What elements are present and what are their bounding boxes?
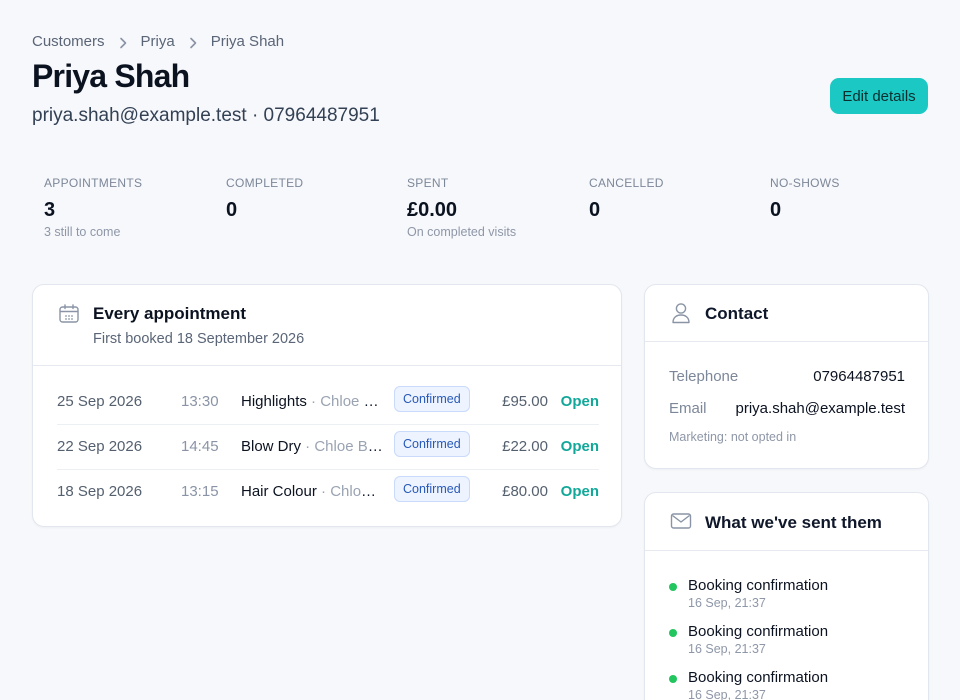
service-name: Hair Colour xyxy=(241,483,317,500)
appointment-price: £95.00 xyxy=(502,393,548,410)
edit-details-button[interactable]: Edit details xyxy=(830,78,928,114)
appointment-time: 14:45 xyxy=(181,438,219,455)
appointment-service: Highlights · Chloe Bennett xyxy=(241,393,383,410)
stat-value: 0 xyxy=(589,199,601,221)
chevron-right-icon xyxy=(105,34,141,49)
contact-card: Contact Telephone 07964487951 Email priy… xyxy=(644,284,929,469)
sent-status-dot xyxy=(669,675,677,683)
status-badge: Confirmed xyxy=(394,431,470,457)
stat-value: £0.00 xyxy=(407,199,458,221)
staff-name: · Chloe Bennett xyxy=(305,438,383,455)
stat-sub: On completed visits xyxy=(407,225,517,239)
telephone-row: Telephone 07964487951 xyxy=(669,368,905,385)
open-appointment-link[interactable]: Open xyxy=(561,483,599,500)
marketing-status: Marketing: not opted in xyxy=(669,430,797,444)
open-appointment-link[interactable]: Open xyxy=(561,393,599,410)
messages-sent-title: What we've sent them xyxy=(705,513,882,532)
appointment-price: £80.00 xyxy=(502,483,548,500)
stat-completed: COMPLETED 0 xyxy=(226,176,303,222)
contact-title: Contact xyxy=(705,304,769,323)
service-name: Highlights xyxy=(241,393,307,410)
sent-message-time: 16 Sep, 21:37 xyxy=(688,688,766,700)
messages-sent-card: What we've sent them Booking confirmatio… xyxy=(644,492,929,700)
breadcrumb-priya[interactable]: Priya xyxy=(141,33,175,50)
service-name: Blow Dry xyxy=(241,438,302,455)
staff-name: · Chloe Bennett xyxy=(321,483,383,500)
customer-page: Customers Priya Priya Shah Priya Shah pr… xyxy=(0,0,960,700)
stat-value: 3 xyxy=(44,199,56,221)
mail-icon xyxy=(670,512,692,535)
messages-sent-header: What we've sent them xyxy=(645,493,928,551)
staff-name: · Chloe Bennett xyxy=(311,393,383,410)
email-row: Email priya.shah@example.test xyxy=(669,400,905,417)
sent-message-label: Booking confirmation xyxy=(688,623,829,640)
telephone-value[interactable]: 07964487951 xyxy=(813,368,905,385)
status-badge: Confirmed xyxy=(394,476,470,502)
appointment-time: 13:15 xyxy=(181,483,219,500)
stat-label: NO-SHOWS xyxy=(770,176,840,190)
appointment-row: 25 Sep 2026 13:30 Highlights · Chloe Ben… xyxy=(57,380,599,425)
appointment-time: 13:30 xyxy=(181,393,219,410)
sent-status-dot xyxy=(669,629,677,637)
stat-label: CANCELLED xyxy=(589,176,664,190)
status-badge: Confirmed xyxy=(394,386,470,412)
appointment-row: 22 Sep 2026 14:45 Blow Dry · Chloe Benne… xyxy=(57,425,599,470)
appointment-service: Blow Dry · Chloe Bennett xyxy=(241,438,383,455)
appointment-service: Hair Colour · Chloe Bennett xyxy=(241,483,383,500)
appointments-first-booked: First booked 18 September 2026 xyxy=(93,331,305,347)
appointment-date: 18 Sep 2026 xyxy=(57,483,143,500)
appointments-list: 25 Sep 2026 13:30 Highlights · Chloe Ben… xyxy=(57,380,599,515)
stat-label: SPENT xyxy=(407,176,449,190)
appointments-card: Every appointment First booked 18 Septem… xyxy=(32,284,622,527)
appointment-row: 18 Sep 2026 13:15 Hair Colour · Chloe Be… xyxy=(57,470,599,515)
stat-appointments: APPOINTMENTS 3 3 still to come xyxy=(44,176,142,239)
person-icon xyxy=(670,301,692,330)
chevron-right-icon xyxy=(175,34,211,49)
breadcrumb: Customers Priya Priya Shah xyxy=(32,33,284,50)
sent-message-time: 16 Sep, 21:37 xyxy=(688,596,766,610)
stat-label: COMPLETED xyxy=(226,176,304,190)
contact-card-header: Contact xyxy=(645,285,928,342)
stat-value: 0 xyxy=(226,199,238,221)
email-value[interactable]: priya.shah@example.test xyxy=(736,400,905,417)
appointment-price: £22.00 xyxy=(502,438,548,455)
stat-no-shows: NO-SHOWS 0 xyxy=(770,176,840,222)
breadcrumb-current: Priya Shah xyxy=(210,33,285,50)
appointments-title: Every appointment xyxy=(93,304,247,323)
stat-cancelled: CANCELLED 0 xyxy=(589,176,664,222)
sent-message-time: 16 Sep, 21:37 xyxy=(688,642,766,656)
breadcrumb-customers[interactable]: Customers xyxy=(32,33,105,50)
stat-spent: SPENT £0.00 On completed visits xyxy=(407,176,516,239)
appointment-date: 22 Sep 2026 xyxy=(57,438,143,455)
appointments-card-header: Every appointment First booked 18 Septem… xyxy=(33,285,621,366)
sent-status-dot xyxy=(669,583,677,591)
stat-value: 0 xyxy=(770,199,782,221)
customer-contact-line: priya.shah@example.test · 07964487951 xyxy=(32,105,380,126)
email-label: Email xyxy=(669,400,707,417)
stat-label: APPOINTMENTS xyxy=(44,176,143,190)
page-title: Priya Shah xyxy=(32,58,190,94)
sent-message-label: Booking confirmation xyxy=(688,669,829,686)
calendar-icon xyxy=(58,303,80,330)
sent-message-label: Booking confirmation xyxy=(688,577,829,594)
stat-sub: 3 still to come xyxy=(44,225,121,239)
open-appointment-link[interactable]: Open xyxy=(561,438,599,455)
appointment-date: 25 Sep 2026 xyxy=(57,393,143,410)
telephone-label: Telephone xyxy=(669,368,739,385)
